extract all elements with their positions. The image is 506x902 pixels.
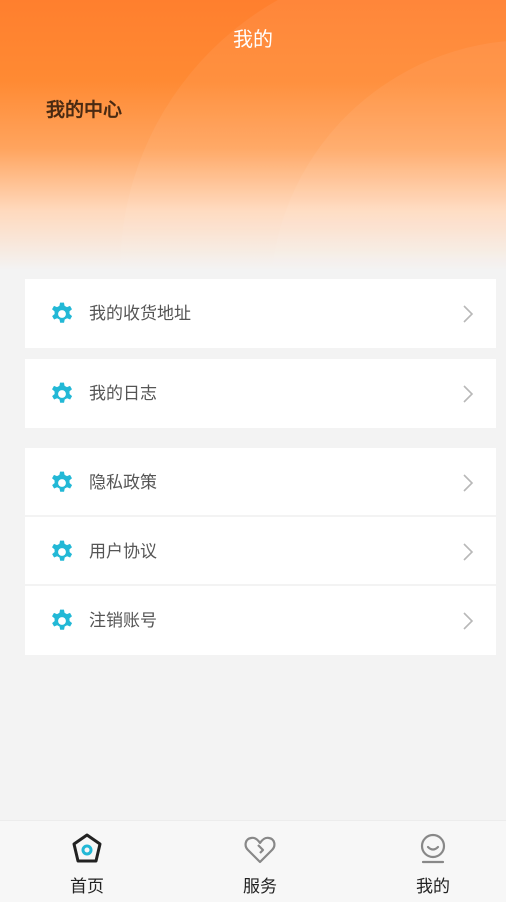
profile-icon [420, 833, 446, 864]
chevron-right-icon [463, 474, 474, 492]
chevron-right-icon [463, 543, 474, 561]
menu-item-address[interactable]: 我的收货地址 [25, 279, 496, 348]
profile-header: 我的 我的中心 [0, 0, 506, 270]
menu-item-label: 注销账号 [89, 611, 157, 631]
tab-home[interactable]: 首页 [27, 821, 147, 902]
menu-item-label: 用户协议 [89, 542, 157, 562]
menu-item-agreement[interactable]: 用户协议 [25, 517, 496, 586]
menu-item-privacy[interactable]: 隐私政策 [25, 448, 496, 517]
tab-label: 服务 [243, 877, 277, 897]
menu-card-legal: 隐私政策 用户协议 注销账号 [25, 448, 496, 655]
menu-card-address: 我的收货地址 [25, 279, 496, 348]
gear-icon [49, 608, 75, 634]
center-title: 我的中心 [46, 99, 123, 121]
gear-icon [49, 470, 75, 496]
menu-item-log[interactable]: 我的日志 [25, 359, 496, 428]
gear-icon [49, 539, 75, 565]
tab-label: 我的 [416, 877, 450, 897]
menu-item-label: 隐私政策 [89, 473, 157, 493]
page-title: 我的 [233, 27, 273, 51]
heart-icon [244, 836, 276, 864]
chevron-right-icon [463, 385, 474, 403]
tab-service[interactable]: 服务 [200, 821, 320, 902]
menu-item-label: 我的日志 [89, 384, 157, 404]
menu-item-delete-account[interactable]: 注销账号 [25, 586, 496, 655]
bottom-tab-bar: 首页 服务 我的 [0, 820, 506, 902]
chevron-right-icon [463, 305, 474, 323]
gear-icon [49, 381, 75, 407]
chevron-right-icon [463, 612, 474, 630]
gear-icon [49, 301, 75, 327]
tab-mine[interactable]: 我的 [373, 821, 493, 902]
menu-card-log: 我的日志 [25, 359, 496, 428]
tab-label: 首页 [70, 877, 104, 897]
home-icon [72, 833, 102, 863]
menu-item-label: 我的收货地址 [89, 304, 191, 324]
